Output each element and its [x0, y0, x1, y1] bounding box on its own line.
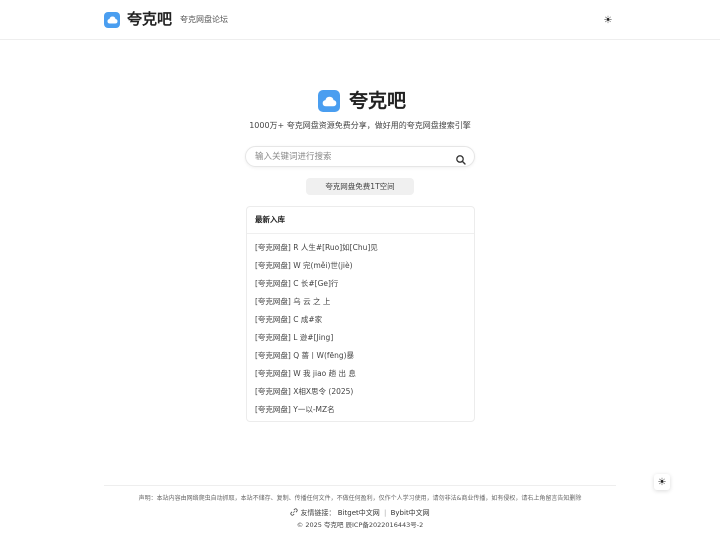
nav-link-forum[interactable]: 夸克网盘论坛 [180, 13, 228, 27]
list-item[interactable]: [夸克网盘] W 完(měi)世(jiè) [255, 257, 467, 275]
list-item[interactable]: [夸克网盘] R 人生#[Ruo]如[Chu]见 [255, 239, 467, 257]
list-item[interactable]: [夸克网盘] 乌 云 之 上 [255, 293, 467, 311]
hero-title: 夸克吧 [349, 90, 407, 112]
sun-icon[interactable]: ☀ [654, 474, 670, 490]
friend-links-label: 友情链接： [300, 509, 336, 517]
hero-tagline: 1000万+ 夸克网盘资源免费分享，做好用的夸克网盘搜索引擎 [249, 121, 471, 130]
cloud-logo-icon[interactable] [104, 12, 120, 28]
copyright: © 2025 夸克吧 辰ICP备2022016443号-2 [296, 521, 424, 529]
footer-divider [104, 485, 616, 486]
site-brand[interactable]: 夸克吧 [127, 9, 172, 29]
search-icon[interactable] [455, 151, 467, 165]
list-item[interactable]: [夸克网盘] X相X思令 (2025) [255, 383, 467, 401]
latest-list: [夸克网盘] R 人生#[Ruo]如[Chu]见 [夸克网盘] W 完(měi)… [255, 239, 467, 419]
site-header: 夸克吧 夸克网盘论坛 ☀ [0, 0, 720, 40]
list-item[interactable]: [夸克网盘] Q 蔷丨W(fēng)暴 [255, 347, 467, 365]
cloud-logo-icon [318, 90, 340, 112]
list-item[interactable]: [夸克网盘] C 长#[Ge]行 [255, 275, 467, 293]
list-item[interactable]: [夸克网盘] L 逊#[Jing] [255, 329, 467, 347]
search-box [245, 146, 475, 167]
search-input[interactable] [255, 149, 445, 165]
sun-icon[interactable]: ☀ [600, 12, 616, 28]
friend-link[interactable]: Bitget中文网 [338, 509, 380, 517]
footer-disclaimer: 声明：本站内容由网络爬虫自动抓取，本站不储存、复制、传播任何文件，不做任何盈利，… [138, 495, 582, 502]
list-item[interactable]: [夸克网盘] W 我 jiao 趟 出 息 [255, 365, 467, 383]
link-icon [290, 508, 300, 517]
link-separator: | [384, 509, 387, 517]
friend-link[interactable]: Bybit中文网 [391, 509, 430, 517]
list-item[interactable]: [夸克网盘] C 成#家 [255, 311, 467, 329]
latest-title: 最新入库 [255, 215, 285, 224]
latest-card: 最新入库 [夸克网盘] R 人生#[Ruo]如[Chu]见 [夸克网盘] W 完… [246, 206, 475, 422]
list-item[interactable]: [夸克网盘] Y一以-MZ名 [255, 401, 467, 419]
friend-links: 友情链接： Bitget中文网 | Bybit中文网 [0, 507, 720, 519]
card-divider [247, 233, 474, 234]
free-storage-button[interactable]: 夸克网盘免费1T空间 [306, 178, 414, 195]
